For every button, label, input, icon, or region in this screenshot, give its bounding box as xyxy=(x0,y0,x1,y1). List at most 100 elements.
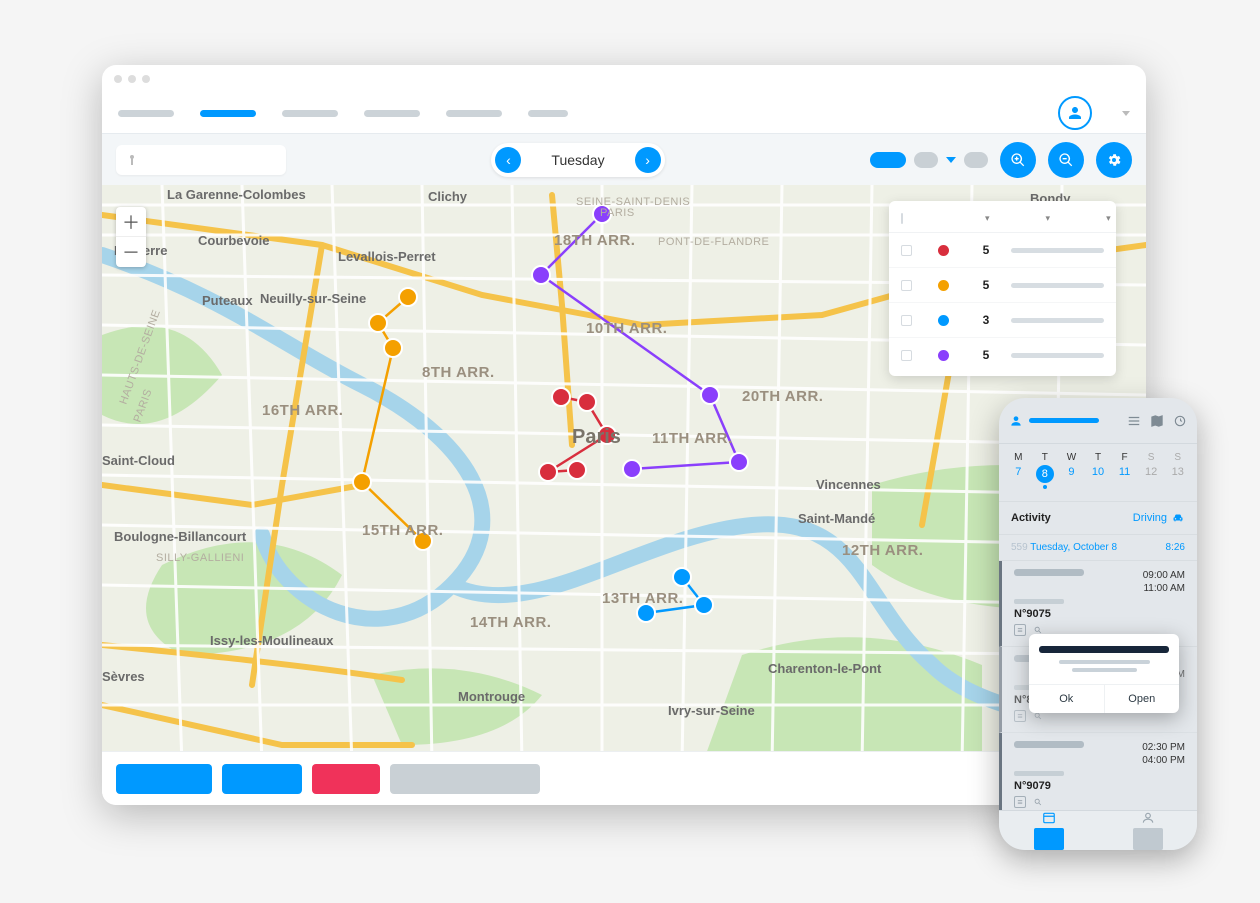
tab-schedule[interactable] xyxy=(999,811,1098,850)
dropdown-caret-icon[interactable] xyxy=(946,157,956,163)
district-label: 10TH ARR. xyxy=(586,320,667,337)
day-picker: ‹ Tuesday › xyxy=(491,143,664,177)
window-dot xyxy=(142,75,150,83)
popup-dialog: Ok Open xyxy=(1029,634,1179,713)
nav-item[interactable] xyxy=(364,110,420,117)
svg-text:Vincennes: Vincennes xyxy=(816,477,881,492)
list-icon[interactable] xyxy=(1127,414,1141,428)
phone-title xyxy=(1029,418,1099,423)
footer-button[interactable] xyxy=(116,764,212,794)
next-day-button[interactable]: › xyxy=(635,147,661,173)
popup-open-button[interactable]: Open xyxy=(1105,685,1180,713)
svg-text:SILLY-GALLIENI: SILLY-GALLIENI xyxy=(156,552,244,564)
mobile-device: MTWTFSS78910111213 Activity Driving 559 … xyxy=(999,398,1197,850)
map-icon[interactable] xyxy=(1150,414,1164,428)
browser-window: ‹ Tuesday › xyxy=(102,65,1146,805)
note-icon: ≡ xyxy=(1014,624,1026,636)
search-input[interactable] xyxy=(116,145,286,175)
task-card[interactable]: 02:30 PM04:00 PMN°9079≡⚲ xyxy=(999,733,1197,819)
district-label: 12TH ARR. xyxy=(842,542,923,559)
district-label: 15TH ARR. xyxy=(362,522,443,539)
legend-checkbox[interactable] xyxy=(901,350,912,361)
footer-button[interactable] xyxy=(222,764,302,794)
zoom-in[interactable]: ＋ xyxy=(116,207,146,237)
legend-swatch xyxy=(938,315,949,326)
nav-item[interactable] xyxy=(528,110,568,117)
popup-line xyxy=(1059,660,1150,664)
legend-desc xyxy=(1011,318,1104,323)
svg-text:Montrouge: Montrouge xyxy=(458,689,525,704)
nav-item-active[interactable] xyxy=(200,110,256,117)
toolbar: ‹ Tuesday › xyxy=(102,133,1146,185)
svg-text:Saint-Cloud: Saint-Cloud xyxy=(102,453,175,468)
legend-checkbox[interactable] xyxy=(901,245,912,256)
legend-row[interactable]: 5 xyxy=(889,268,1116,303)
svg-text:Issy-les-Moulineaux: Issy-les-Moulineaux xyxy=(210,633,334,648)
note-icon: ≡ xyxy=(1014,796,1026,808)
popup-ok-button[interactable]: Ok xyxy=(1029,685,1105,713)
svg-text:Saint-Mandé: Saint-Mandé xyxy=(798,511,875,526)
prev-day-button[interactable]: ‹ xyxy=(495,147,521,173)
toggle-option[interactable] xyxy=(870,152,906,168)
district-label: 16TH ARR. xyxy=(262,402,343,419)
activity-row[interactable]: Activity Driving xyxy=(999,502,1197,535)
svg-text:PONT-DE-FLANDRE: PONT-DE-FLANDRE xyxy=(658,236,769,248)
map-canvas[interactable]: 8TH ARR. 10TH ARR. 11TH ARR. 12TH ARR. 1… xyxy=(102,185,1146,765)
legend-row[interactable]: 5 xyxy=(889,338,1116,372)
district-label: 18TH ARR. xyxy=(554,232,635,249)
nav-item[interactable] xyxy=(282,110,338,117)
svg-text:Paris: Paris xyxy=(572,426,621,448)
avatar-caret-icon[interactable] xyxy=(1122,111,1130,116)
legend-select-all[interactable] xyxy=(901,213,903,224)
legend-desc xyxy=(1011,283,1104,288)
legend-checkbox[interactable] xyxy=(901,280,912,291)
svg-text:Courbevoie: Courbevoie xyxy=(198,233,270,248)
legend-row[interactable]: 5 xyxy=(889,233,1116,268)
district-label: 20TH ARR. xyxy=(742,388,823,405)
legend-swatch xyxy=(938,280,949,291)
note-icon: ≡ xyxy=(1014,710,1026,722)
settings-button[interactable] xyxy=(1096,142,1132,178)
window-titlebar xyxy=(102,65,1146,93)
tab-profile[interactable] xyxy=(1098,811,1197,850)
legend-row[interactable]: 3 xyxy=(889,303,1116,338)
legend-swatch xyxy=(938,350,949,361)
window-dot xyxy=(114,75,122,83)
svg-text:PARIS: PARIS xyxy=(600,207,635,219)
nav-item[interactable] xyxy=(118,110,174,117)
svg-text:Puteaux: Puteaux xyxy=(202,293,253,308)
nav-item[interactable] xyxy=(446,110,502,117)
clip-icon: ⚲ xyxy=(1030,794,1047,811)
legend-desc xyxy=(1011,248,1104,253)
zoom-out[interactable]: － xyxy=(116,237,146,267)
district-label: 14TH ARR. xyxy=(470,614,551,631)
route-legend: ▾ ▾ ▾ 5535 xyxy=(889,201,1116,376)
date-row: 559 Tuesday, October 8 8:26 xyxy=(999,535,1197,561)
legend-checkbox[interactable] xyxy=(901,315,912,326)
legend-count: 3 xyxy=(975,313,997,327)
map-zoom-control: ＋ － xyxy=(116,207,146,267)
legend-count: 5 xyxy=(975,243,997,257)
legend-count: 5 xyxy=(975,278,997,292)
zoom-in-button[interactable] xyxy=(1000,142,1036,178)
svg-text:Sèvres: Sèvres xyxy=(102,669,145,684)
footer-button-danger[interactable] xyxy=(312,764,380,794)
svg-text:Boulogne-Billancourt: Boulogne-Billancourt xyxy=(114,529,247,544)
svg-text:La Garenne-Colombes: La Garenne-Colombes xyxy=(167,187,306,202)
user-avatar[interactable] xyxy=(1058,96,1092,130)
svg-text:Charenton-le-Pont: Charenton-le-Pont xyxy=(768,661,882,676)
toggle-option[interactable] xyxy=(964,152,988,168)
legend-swatch xyxy=(938,245,949,256)
week-selector[interactable]: MTWTFSS78910111213 xyxy=(999,444,1197,502)
zoom-out-button[interactable] xyxy=(1048,142,1084,178)
legend-count: 5 xyxy=(975,348,997,362)
car-icon xyxy=(1171,512,1185,524)
toggle-option[interactable] xyxy=(914,152,938,168)
phone-tabbar xyxy=(999,810,1197,850)
svg-text:Levallois-Perret: Levallois-Perret xyxy=(338,249,436,264)
svg-text:Ivry-sur-Seine: Ivry-sur-Seine xyxy=(668,703,755,718)
footer-bar xyxy=(102,751,1146,805)
svg-text:Clichy: Clichy xyxy=(428,189,468,204)
sync-icon[interactable] xyxy=(1173,414,1187,428)
district-label: 8TH ARR. xyxy=(422,364,495,381)
